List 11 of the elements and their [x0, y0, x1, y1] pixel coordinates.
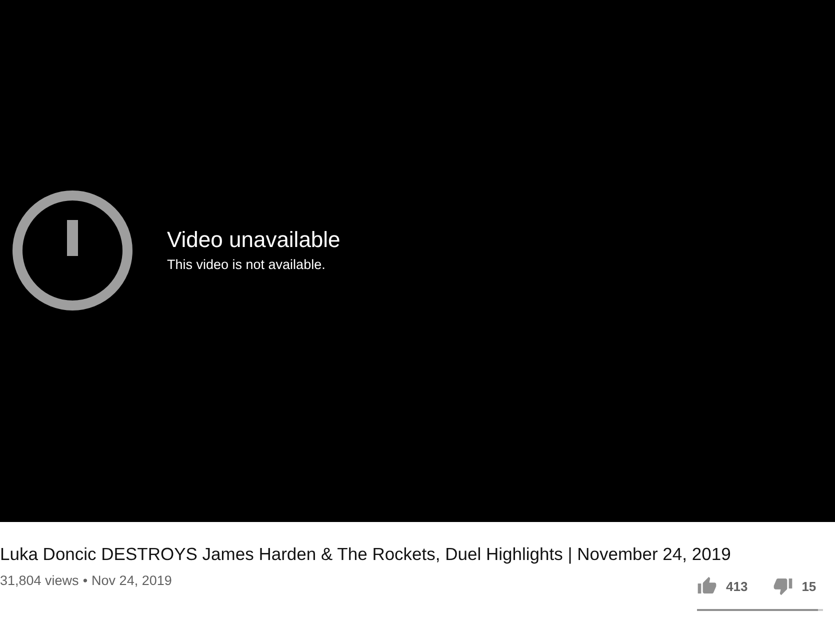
dislike-button[interactable]: 15: [772, 576, 816, 596]
error-icon: [12, 190, 133, 311]
upload-date: Nov 24, 2019: [92, 573, 172, 588]
error-message: This video is not available.: [167, 257, 326, 272]
view-count: 31,804 views: [0, 573, 79, 588]
error-title: Video unavailable: [167, 227, 340, 253]
thumbs-down-icon: [772, 576, 793, 596]
video-title: Luka Doncic DESTROYS James Harden & The Rockets, Duel Highlights | November 24, 2019: [0, 543, 732, 565]
separator-dot: •: [82, 573, 88, 588]
thumbs-up-icon: [697, 576, 717, 596]
like-button[interactable]: 413: [697, 576, 748, 596]
